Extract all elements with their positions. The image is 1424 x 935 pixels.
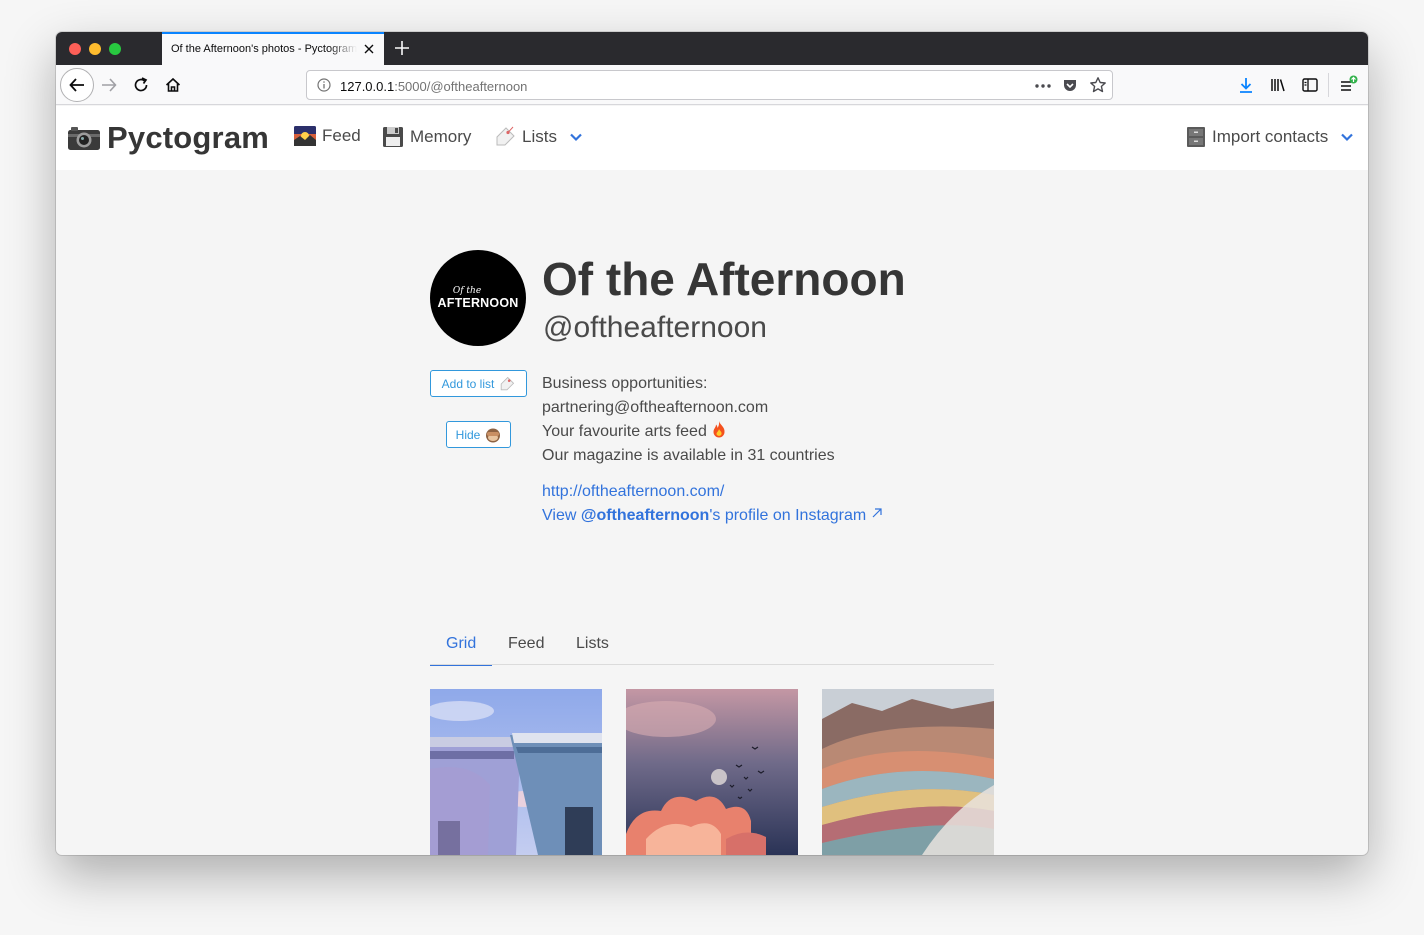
tab-lists[interactable]: Lists	[560, 627, 625, 665]
url-text[interactable]: 127.0.0.1:5000/@oftheafternoon	[340, 79, 527, 94]
url-path: :5000/@oftheafternoon	[394, 79, 528, 94]
brand-logo[interactable]: Pyctogram	[67, 120, 269, 156]
camera-icon	[68, 127, 100, 150]
nav-lists-label: Lists	[522, 127, 557, 146]
profile-handle: @oftheafternoon	[543, 311, 767, 344]
close-tab-icon[interactable]	[362, 42, 376, 56]
nav-feed[interactable]: Feed	[294, 126, 361, 146]
new-tab-icon[interactable]	[394, 40, 410, 56]
add-to-list-button[interactable]: Add to list	[430, 370, 527, 397]
floppy-disk-icon	[383, 127, 403, 147]
url-bar[interactable]: 127.0.0.1:5000/@oftheafternoon	[306, 70, 1113, 100]
add-to-list-label: Add to list	[441, 376, 495, 391]
home-button[interactable]	[163, 75, 183, 95]
nav-import-contacts-label: Import contacts	[1212, 127, 1329, 146]
forward-button[interactable]	[99, 75, 119, 95]
clouds-birds-photo	[626, 689, 798, 855]
grid-image-mountains[interactable]	[822, 689, 994, 855]
nav-lists-dropdown[interactable]: Lists	[494, 126, 583, 148]
profile-links: http://oftheafternoon.com/ View @oftheaf…	[542, 480, 883, 528]
hide-label: Hide	[455, 427, 481, 442]
close-window-button[interactable]	[69, 43, 81, 55]
hide-button[interactable]: Hide	[446, 421, 511, 448]
file-cabinet-icon	[1187, 127, 1205, 147]
instagram-link-handle: @oftheafternoon	[580, 507, 710, 524]
see-no-evil-monkey-icon	[486, 428, 501, 442]
external-link-icon	[872, 508, 882, 518]
profile-bio: Business opportunities: partnering@ofthe…	[542, 372, 835, 468]
bio-line: partnering@oftheafternoon.com	[542, 399, 769, 416]
back-button[interactable]	[60, 68, 94, 102]
avatar-text-small: Of the	[452, 286, 482, 296]
bio-line: Our magazine is available in 31 countrie…	[542, 447, 835, 464]
grid-image-houses[interactable]	[430, 689, 602, 855]
website-link[interactable]: http://oftheafternoon.com/	[542, 480, 883, 504]
houses-sky-photo	[430, 689, 602, 855]
avatar: Of the AFTERNOON	[430, 250, 526, 346]
downloads-button[interactable]	[1236, 75, 1256, 95]
nav-memory-label: Memory	[410, 127, 472, 146]
label-tag-icon	[501, 376, 515, 390]
browser-window: Of the Afternoon's photos - Pyctogram 12…	[56, 32, 1368, 855]
url-host: 127.0.0.1	[340, 79, 395, 94]
pocket-icon[interactable]	[1062, 77, 1078, 93]
back-arrow-icon	[69, 78, 84, 92]
toolbar-divider	[1328, 73, 1329, 97]
app-navbar: Pyctogram Feed Memory Lists Import conta…	[56, 106, 1368, 170]
bio-line-text: Your favourite arts feed	[542, 423, 707, 440]
maximize-window-button[interactable]	[109, 43, 121, 55]
nav-import-contacts-dropdown[interactable]: Import contacts	[1186, 126, 1354, 148]
sunset-picture-icon	[294, 126, 316, 146]
profile-name: Of the Afternoon	[542, 253, 906, 305]
instagram-link-prefix: View	[542, 507, 581, 524]
reload-icon	[134, 77, 148, 92]
sidebar-icon	[1302, 78, 1318, 92]
chevron-down-icon	[1341, 133, 1353, 142]
nav-memory[interactable]: Memory	[382, 126, 471, 148]
home-icon	[165, 77, 181, 92]
forward-arrow-icon	[102, 78, 117, 92]
bookmark-star-icon[interactable]	[1089, 76, 1107, 94]
download-icon	[1240, 78, 1252, 93]
chevron-down-icon	[570, 133, 582, 142]
tab-feed[interactable]: Feed	[492, 627, 560, 665]
more-actions-icon[interactable]	[1034, 79, 1052, 93]
label-tag-icon	[496, 126, 515, 146]
library-icon	[1271, 79, 1285, 92]
hamburger-menu-icon	[1341, 75, 1358, 91]
tab-strip: Of the Afternoon's photos - Pyctogram	[56, 32, 1368, 65]
bio-line: Business opportunities:	[542, 375, 708, 392]
minimize-window-button[interactable]	[89, 43, 101, 55]
instagram-link-suffix: 's profile on Instagram	[709, 507, 867, 524]
nav-feed-label: Feed	[322, 126, 361, 145]
rainbow-mountains-photo	[822, 689, 994, 855]
avatar-text-big: AFTERNOON	[437, 296, 519, 310]
navigation-toolbar: 127.0.0.1:5000/@oftheafternoon	[56, 65, 1368, 105]
grid-image-clouds[interactable]	[626, 689, 798, 855]
brand-name: Pyctogram	[107, 120, 270, 155]
library-button[interactable]	[1268, 75, 1288, 95]
sidebar-button[interactable]	[1300, 75, 1320, 95]
bio-line: Your favourite arts feed	[542, 420, 835, 444]
profile-tabs: Grid Feed Lists	[430, 627, 994, 666]
tab-grid[interactable]: Grid	[430, 627, 493, 666]
instagram-profile-link[interactable]: View @oftheafternoon's profile on Instag…	[542, 504, 883, 528]
browser-tab[interactable]: Of the Afternoon's photos - Pyctogram	[162, 32, 384, 65]
fire-icon	[713, 421, 725, 438]
tab-title: Of the Afternoon's photos - Pyctogram	[171, 43, 357, 55]
reload-button[interactable]	[131, 75, 151, 95]
menu-button[interactable]	[1338, 75, 1358, 95]
info-icon[interactable]	[317, 78, 331, 92]
